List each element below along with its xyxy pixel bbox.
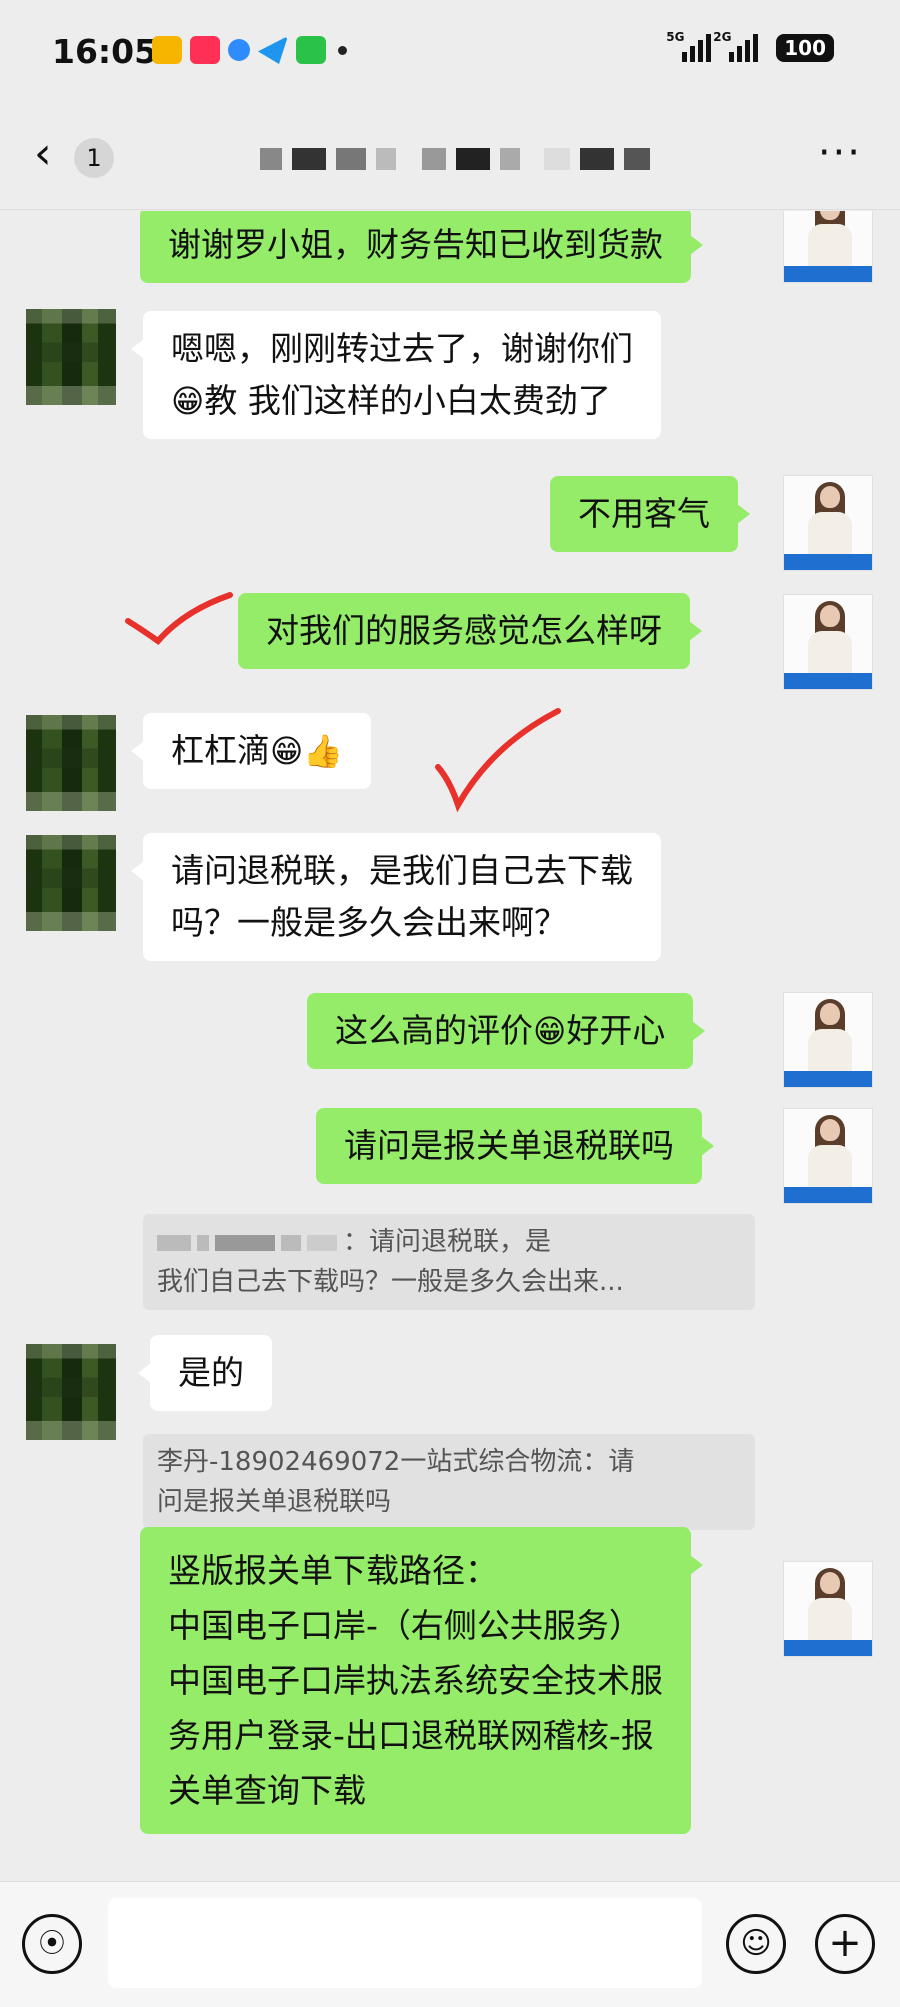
red-checkmark-annotation: [125, 592, 233, 646]
message-text: 不用客气: [578, 494, 710, 533]
quoted-text-line: 问是报关单退税联吗: [157, 1487, 392, 1517]
quoted-message[interactable]: 李丹-18902469072一站式综合物流：请 问是报关单退税联吗: [143, 1434, 755, 1530]
grin-emoji-icon: 😁: [270, 732, 304, 770]
contact-avatar[interactable]: [26, 835, 116, 931]
message-text: 是的: [178, 1353, 244, 1392]
notification-icons: [152, 36, 347, 64]
outgoing-message[interactable]: 竖版报关单下载路径： 中国电子口岸-（右侧公共服务） 中国电子口岸执法系统安全技…: [140, 1527, 703, 1834]
wechat-notification-icon: [296, 36, 326, 64]
app-notification-icon: [228, 39, 250, 61]
quoted-text-line: ：请问退税联，是: [343, 1227, 552, 1257]
message-text-line: 关单查询下载: [168, 1771, 366, 1810]
message-text: 这么高的评价: [335, 1011, 533, 1050]
signal-2g-icon: 2G: [713, 30, 759, 62]
status-time: 16:05: [52, 32, 158, 71]
chevron-left-icon[interactable]: ‹: [34, 132, 52, 176]
my-avatar[interactable]: [783, 594, 873, 690]
outgoing-message[interactable]: 不用客气: [550, 476, 750, 552]
status-bar: 16:05 5G 2G 100: [0, 0, 900, 100]
my-avatar[interactable]: [783, 1561, 873, 1657]
signal-5g-icon: 5G: [666, 30, 712, 62]
incoming-message[interactable]: 是的: [138, 1335, 272, 1411]
message-text: 谢谢罗小姐，财务告知已收到货款: [168, 225, 663, 264]
red-checkmark-annotation: [435, 708, 561, 813]
message-text-line: 嗯嗯，刚刚转过去了，谢谢你们: [171, 329, 633, 368]
outgoing-message[interactable]: 请问是报关单退税联吗: [316, 1108, 714, 1184]
chat-title-redacted: [260, 148, 650, 170]
network-5g-label: 5G: [666, 30, 685, 44]
message-text-line: 中国电子口岸执法系统安全技术服: [168, 1661, 663, 1700]
meituan-app-icon: [152, 36, 182, 64]
unread-count-badge[interactable]: 1: [74, 138, 114, 178]
chat-header: ‹ 1 ···: [0, 100, 900, 210]
outgoing-message[interactable]: 谢谢罗小姐，财务告知已收到货款: [140, 211, 703, 283]
signal-indicators: 5G 2G 100: [666, 30, 834, 62]
quoted-text-line: 李丹-18902469072一站式综合物流：请: [157, 1447, 635, 1477]
contact-avatar[interactable]: [26, 715, 116, 811]
my-avatar[interactable]: [783, 992, 873, 1088]
message-text: 杠杠滴: [171, 731, 270, 770]
message-text: 对我们的服务感觉怎么样呀: [266, 611, 662, 650]
message-text: 好开心: [566, 1011, 666, 1050]
network-2g-label: 2G: [713, 30, 732, 44]
emoji-icon[interactable]: ☺: [726, 1914, 786, 1974]
contact-avatar[interactable]: [26, 1344, 116, 1440]
quoted-text-line: 我们自己去下载吗？一般是多久会出来...: [157, 1267, 624, 1297]
message-text-line: 竖版报关单下载路径：: [168, 1551, 498, 1590]
incoming-message[interactable]: 嗯嗯，刚刚转过去了，谢谢你们 😁教 我们这样的小白太费劲了: [131, 311, 661, 439]
message-text-line: 教 我们这样的小白太费劲了: [204, 381, 611, 420]
my-avatar[interactable]: [783, 211, 873, 283]
outgoing-message[interactable]: 对我们的服务感觉怎么样呀: [238, 593, 702, 669]
outgoing-message[interactable]: 这么高的评价😁好开心: [307, 993, 706, 1069]
more-options-button[interactable]: ···: [818, 130, 862, 176]
incoming-message[interactable]: 杠杠滴😁👍: [130, 713, 372, 789]
grin-emoji-icon: 😁: [533, 1012, 567, 1050]
quoted-message[interactable]: ：请问退税联，是 我们自己去下载吗？一般是多久会出来...: [143, 1214, 755, 1310]
message-text: 请问是报关单退税联吗: [344, 1126, 674, 1165]
contact-avatar[interactable]: [26, 309, 116, 405]
message-text-line: 中国电子口岸-（右侧公共服务）: [168, 1606, 642, 1645]
voice-icon[interactable]: ⦿: [22, 1914, 82, 1974]
incoming-message[interactable]: 请问退税联，是我们自己去下载 吗？一般是多久会出来啊？: [131, 833, 661, 961]
telegram-icon: [258, 36, 288, 64]
my-avatar[interactable]: [783, 475, 873, 571]
input-bar: ⦿ ☺ +: [0, 1881, 900, 2007]
plus-icon[interactable]: +: [815, 1914, 875, 1974]
message-text-line: 吗？一般是多久会出来啊？: [171, 903, 567, 942]
chat-message-list[interactable]: 谢谢罗小姐，财务告知已收到货款 嗯嗯，刚刚转过去了，谢谢你们 😁教 我们这样的小…: [0, 211, 900, 1881]
thumbs-up-emoji-icon: 👍: [303, 732, 344, 770]
my-avatar[interactable]: [783, 1108, 873, 1204]
message-text-line: 请问退税联，是我们自己去下载: [171, 851, 633, 890]
message-input[interactable]: [108, 1898, 702, 1988]
xiaohongshu-app-icon: [190, 36, 220, 64]
battery-icon: 100: [776, 34, 834, 62]
grin-emoji-icon: 😁: [171, 382, 205, 420]
message-text-line: 务用户登录-出口退税联网稽核-报: [168, 1716, 654, 1755]
more-notifications-dot-icon: [338, 45, 347, 55]
